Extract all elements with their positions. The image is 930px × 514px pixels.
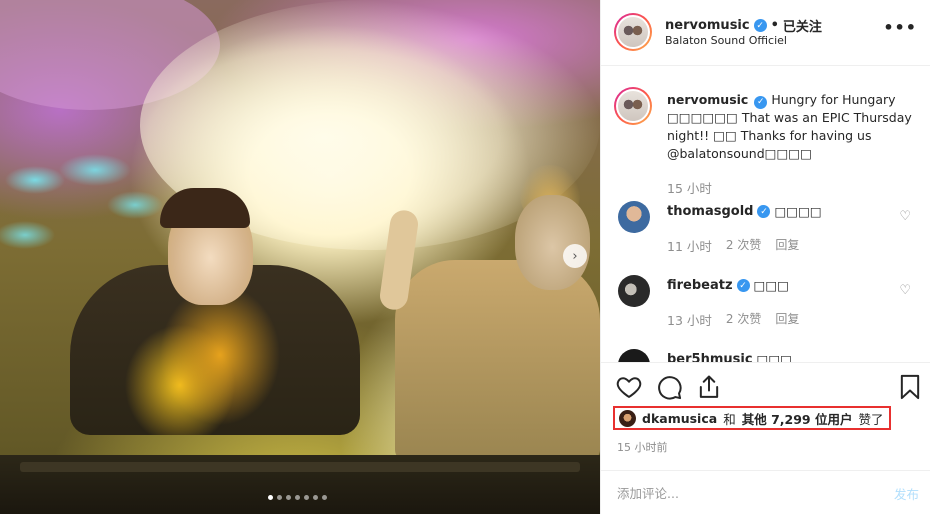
post-header: nervomusic ✓ • 已关注 Balaton Sound Officie… — [601, 0, 930, 66]
carousel-dot[interactable] — [322, 495, 327, 500]
comment-username[interactable]: thomasgold — [667, 204, 753, 219]
comment-like-heart-icon[interactable]: ♡ — [899, 209, 911, 224]
avatar-image — [616, 89, 650, 123]
comment-line: thomasgold ✓ □□□□ — [667, 204, 822, 219]
comment-line: ber5hmusic □□□ — [667, 352, 792, 362]
post-side-panel: nervomusic ✓ • 已关注 Balaton Sound Officie… — [600, 0, 930, 514]
verified-badge-icon: ✓ — [754, 95, 768, 109]
comment-avatar[interactable] — [618, 275, 650, 307]
comment-username[interactable]: firebeatz — [667, 278, 733, 293]
caption-username[interactable]: nervomusic — [667, 92, 748, 107]
caption-meta: 15 小时 — [667, 178, 712, 197]
comments-list[interactable]: nervomusic ✓ Hungry for Hungary □□□□□□ T… — [601, 67, 930, 362]
caption-avatar[interactable] — [614, 87, 652, 125]
comment-input[interactable] — [617, 483, 867, 503]
comment-time[interactable]: 11 小时 — [667, 236, 712, 255]
post-actions: dkamusica 和 其他 7,299 位用户 赞了 15 小时前 — [601, 362, 930, 470]
carousel-dot[interactable] — [304, 495, 309, 500]
verified-badge-icon: ✓ — [736, 279, 750, 292]
post-location[interactable]: Balaton Sound Officiel — [665, 34, 787, 47]
verified-badge-icon: ✓ — [757, 205, 771, 218]
carousel-dot[interactable] — [295, 495, 300, 500]
header-username[interactable]: nervomusic — [665, 18, 750, 33]
carousel-dot[interactable] — [268, 495, 273, 500]
comment-meta: 13 小时 2 次赞 回复 — [667, 310, 799, 329]
posted-time[interactable]: 15 小时前 — [617, 439, 668, 455]
like-heart-icon[interactable] — [615, 373, 643, 401]
bookmark-icon[interactable] — [896, 373, 924, 401]
comment-likes[interactable]: 2 次赞 — [726, 310, 761, 329]
comment-line: firebeatz ✓ □□□ — [667, 278, 789, 293]
photo-dj-left-hat — [160, 188, 250, 228]
carousel-dots — [268, 495, 327, 500]
comment-reply-button[interactable]: 回复 — [775, 310, 799, 329]
carousel-next-button[interactable]: › — [563, 244, 587, 268]
comment-avatar[interactable] — [618, 201, 650, 233]
photo-dj-right-head — [515, 195, 590, 290]
instagram-post: › nervomusic ✓ • 已关注 Balaton Sound Offic… — [0, 0, 930, 514]
photo-dj-right-body — [395, 260, 600, 460]
share-icon[interactable] — [695, 373, 723, 401]
following-button[interactable]: 已关注 — [783, 16, 822, 35]
likes-username[interactable]: dkamusica — [642, 411, 717, 426]
comment-time[interactable]: 13 小时 — [667, 310, 712, 329]
comment-compose: 发布 — [601, 470, 930, 514]
avatar[interactable] — [614, 13, 652, 51]
comment-username[interactable]: ber5hmusic — [667, 352, 753, 362]
likes-suffix: 赞了 — [858, 411, 884, 427]
likes-connector: 和 — [723, 411, 736, 427]
photo-deck-strip — [20, 462, 580, 472]
comment-text: □□□□ — [774, 204, 822, 219]
comment-reply-button[interactable]: 回复 — [775, 236, 799, 255]
avatar-image — [616, 15, 650, 49]
caption-time[interactable]: 15 小时 — [667, 178, 712, 197]
post-caption: nervomusic ✓ Hungry for Hungary □□□□□□ T… — [667, 91, 917, 163]
header-separator: • — [770, 18, 779, 33]
comment-like-heart-icon[interactable]: ♡ — [899, 283, 911, 298]
comment-bubble-icon[interactable] — [655, 373, 683, 401]
comment-text: □□□ — [756, 352, 792, 362]
carousel-dot[interactable] — [286, 495, 291, 500]
more-options-icon[interactable]: ••• — [883, 18, 917, 37]
post-photo[interactable]: › — [0, 0, 600, 514]
chevron-right-icon: › — [572, 248, 578, 264]
photo-butterfly-lights — [0, 150, 175, 260]
comment-meta: 11 小时 2 次赞 回复 — [667, 236, 799, 255]
carousel-dot[interactable] — [277, 495, 282, 500]
likes-others[interactable]: 其他 7,299 位用户 — [742, 409, 853, 428]
comment-likes[interactable]: 2 次赞 — [726, 236, 761, 255]
carousel-dot[interactable] — [313, 495, 318, 500]
likes-summary[interactable]: dkamusica 和 其他 7,299 位用户 赞了 — [613, 406, 892, 430]
header-user-line: nervomusic ✓ • 已关注 — [665, 16, 822, 35]
likes-avatar — [619, 409, 636, 427]
verified-badge-icon: ✓ — [753, 19, 767, 32]
comment-text: □□□ — [753, 278, 789, 293]
comment-avatar[interactable] — [618, 349, 650, 362]
publish-button[interactable]: 发布 — [894, 484, 919, 503]
